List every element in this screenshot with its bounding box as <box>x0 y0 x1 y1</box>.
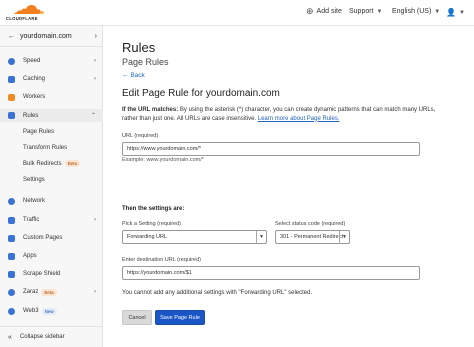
user-menu[interactable]: 👤 ▼ <box>446 8 465 17</box>
zaraz-icon <box>8 288 15 296</box>
collapse-sidebar-label: Collapse sidebar <box>19 334 65 340</box>
arrow-left-icon: ← <box>122 72 129 79</box>
url-value: https://www.yourdomain.com/* <box>127 146 201 152</box>
url-input[interactable]: https://www.yourdomain.com/* <box>122 142 420 156</box>
url-label: URL (required) <box>122 133 159 139</box>
collapse-sidebar-button[interactable]: « Collapse sidebar <box>0 326 103 347</box>
beta-badge: Beta <box>64 160 80 167</box>
sidebar-item-transform-rules[interactable]: Transform Rules <box>0 142 103 153</box>
domain-selector[interactable]: ← yourdomain.com › <box>0 26 103 47</box>
arrow-left-icon[interactable]: ← <box>8 33 15 40</box>
web3-icon <box>8 307 15 315</box>
network-icon <box>8 197 15 205</box>
traffic-icon <box>8 216 15 224</box>
sidebar-item-traffic[interactable]: Traffic › <box>0 214 103 226</box>
logo-text: CLOUDFLARE <box>6 16 38 21</box>
apps-icon <box>8 252 15 260</box>
url-match-help: If the URL matches: By using the asteris… <box>122 106 452 123</box>
setting-label: Pick a Setting (required) <box>122 221 181 227</box>
sidebar-item-caching[interactable]: Caching › <box>0 73 103 85</box>
sidebar-item-zaraz[interactable]: Zaraz Beta › <box>0 286 103 298</box>
language-menu[interactable]: English (US) ▼ <box>392 8 440 15</box>
destination-url-input[interactable]: https://yourdomain.com/$1 <box>122 266 420 280</box>
sidebar-item-bulk-redirects[interactable]: Bulk Redirects Beta <box>0 158 103 169</box>
new-badge: New <box>41 307 57 315</box>
page-subtitle: Page Rules <box>122 57 169 67</box>
chevron-right-icon: › <box>94 217 96 223</box>
cloud-logo-icon <box>14 4 44 14</box>
add-site-label: Add site <box>316 8 342 15</box>
sidebar-item-speed[interactable]: Speed › <box>0 55 103 67</box>
main-content: Rules Page Rules ← Back Edit Page Rule f… <box>104 26 474 347</box>
sidebar-item-workers[interactable]: Workers <box>0 91 103 103</box>
chevron-down-icon: ▼ <box>256 231 266 243</box>
beta-badge: Beta <box>41 288 57 296</box>
status-label: Select status code (required) <box>275 221 346 227</box>
top-bar: CLOUDFLARE ⊕ Add site Support ▼ English … <box>0 0 474 26</box>
status-code-select[interactable]: 301 - Permanent Redirect ▼ <box>275 230 350 244</box>
workers-icon <box>8 93 15 101</box>
setting-value: Forwarding URL <box>127 234 168 240</box>
speed-icon <box>8 57 15 65</box>
setting-select[interactable]: Forwarding URL ▼ <box>122 230 267 244</box>
caret-down-icon: ▼ <box>376 8 383 15</box>
add-site-button[interactable]: ⊕ Add site <box>306 6 342 16</box>
save-page-rule-button[interactable]: Save Page Rule <box>155 310 205 325</box>
chevron-up-icon: ⌃ <box>90 113 96 119</box>
status-value: 301 - Permanent Redirect <box>280 234 343 240</box>
edit-rule-heading: Edit Page Rule for yourdomain.com <box>122 88 280 99</box>
sidebar-item-apps[interactable]: Apps <box>0 250 103 262</box>
collapse-icon: « <box>8 333 12 341</box>
chevron-down-icon: ▼ <box>339 231 349 243</box>
caret-down-icon: ▼ <box>434 8 441 15</box>
cancel-button[interactable]: Cancel <box>122 310 152 325</box>
back-link[interactable]: ← Back <box>122 72 145 79</box>
destination-label: Enter destination URL (required) <box>122 257 201 263</box>
chevron-right-icon: › <box>94 76 96 82</box>
rules-icon <box>8 112 15 119</box>
settings-heading: Then the settings are: <box>122 206 185 212</box>
language-label: English (US) <box>392 8 432 15</box>
forwarding-note: You cannot add any additional settings w… <box>122 290 313 296</box>
sidebar-item-network[interactable]: Network <box>0 195 103 207</box>
cloudflare-logo[interactable]: CLOUDFLARE <box>6 4 46 22</box>
caching-icon <box>8 75 15 83</box>
sidebar-item-settings[interactable]: Settings <box>0 174 103 185</box>
chevron-right-icon: › <box>94 289 96 295</box>
help-bold: If the URL matches: <box>122 107 179 113</box>
url-example: Example: www.yourdomain.com/* <box>122 157 204 163</box>
scrape-shield-icon <box>8 270 15 278</box>
user-icon: 👤 <box>446 8 456 17</box>
custom-pages-icon <box>8 234 15 242</box>
sidebar-item-scrape-shield[interactable]: Scrape Shield <box>0 268 103 280</box>
chevron-right-icon: › <box>94 32 97 40</box>
learn-more-link[interactable]: Learn more about Page Rules. <box>258 116 340 122</box>
sidebar-item-web3[interactable]: Web3 New <box>0 305 103 317</box>
support-menu[interactable]: Support ▼ <box>349 8 382 15</box>
caret-down-icon: ▼ <box>458 9 465 16</box>
plus-circle-icon: ⊕ <box>306 6 314 16</box>
sidebar-item-page-rules[interactable]: Page Rules <box>0 126 103 137</box>
page-title: Rules <box>122 40 156 55</box>
sidebar: ← yourdomain.com › Speed › Caching › Wor… <box>0 26 103 347</box>
support-label: Support <box>349 8 374 15</box>
domain-name: yourdomain.com <box>20 32 72 40</box>
sidebar-item-rules[interactable]: Rules ⌃ <box>0 109 103 122</box>
chevron-right-icon: › <box>94 58 96 64</box>
back-label: Back <box>130 72 145 79</box>
sidebar-item-custom-pages[interactable]: Custom Pages <box>0 232 103 244</box>
destination-value: https://yourdomain.com/$1 <box>127 270 192 276</box>
